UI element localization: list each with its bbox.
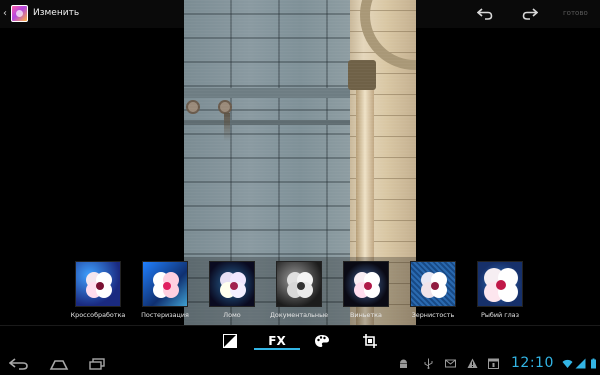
undo-icon: [477, 8, 493, 20]
filter-label: Зернистость: [411, 311, 455, 319]
filter-label: Постеризация: [141, 311, 189, 319]
undo-button[interactable]: [472, 4, 498, 24]
editor-toolbar: FX: [0, 325, 600, 352]
signal-status: [574, 357, 586, 369]
battery-icon: [590, 358, 596, 368]
filter-thumbnail: [343, 261, 389, 307]
filter-fisheye[interactable]: Рыбий глаз: [465, 261, 535, 323]
wifi-icon: [562, 359, 572, 368]
crop-button[interactable]: [350, 330, 390, 352]
filter-grain[interactable]: Зернистость: [398, 261, 468, 323]
recent-apps-button[interactable]: [82, 355, 112, 373]
filter-lomo[interactable]: Ломо: [197, 261, 267, 323]
debug-android-notification[interactable]: [397, 357, 409, 369]
back-button[interactable]: [4, 355, 34, 373]
filter-vignette[interactable]: Виньетка: [331, 261, 401, 323]
filter-label: Документальные: [269, 311, 329, 319]
gallery-app-icon[interactable]: [11, 5, 28, 22]
crop-icon: [363, 334, 377, 348]
warning-notification[interactable]: [466, 357, 478, 369]
home-icon: [49, 360, 69, 370]
warning-icon: [467, 358, 477, 368]
redo-icon: [522, 8, 538, 20]
fx-label: FX: [268, 334, 286, 348]
usb-icon: [424, 358, 432, 369]
done-button[interactable]: готово: [563, 9, 588, 17]
filter-thumbnail: [477, 261, 523, 307]
wifi-status: [561, 357, 573, 369]
filter-thumbnail: [142, 261, 188, 307]
gmail-notification[interactable]: [444, 357, 456, 369]
usb-notification[interactable]: [422, 357, 434, 369]
filter-thumbnail: [209, 261, 255, 307]
filter-cross-process[interactable]: Кроссобработка: [63, 261, 133, 323]
back-icon: [9, 358, 28, 370]
autofix-button[interactable]: [210, 330, 250, 352]
filter-label: Рыбий глаз: [481, 311, 519, 319]
filter-thumbnail: [410, 261, 456, 307]
active-tab-indicator: [254, 348, 300, 350]
filter-label: Кроссобработка: [70, 311, 126, 319]
up-caret-icon[interactable]: ‹: [3, 8, 7, 20]
recent-apps-icon: [89, 358, 105, 370]
signal-icon: [575, 358, 585, 368]
palette-icon: [315, 335, 329, 347]
filter-documentary[interactable]: Документальные: [264, 261, 334, 323]
filter-strip: Кроссобработка Постеризация Ломо Докумен…: [0, 257, 600, 325]
home-button[interactable]: [44, 355, 74, 373]
autofix-icon: [223, 334, 237, 348]
filter-thumbnail: [276, 261, 322, 307]
calendar-icon: [487, 358, 499, 369]
filter-label: Виньетка: [350, 311, 382, 319]
filter-thumbnail: [75, 261, 121, 307]
calendar-notification[interactable]: [487, 357, 499, 369]
color-button[interactable]: [302, 330, 342, 352]
redo-button[interactable]: [517, 4, 543, 24]
gmail-icon: [444, 359, 456, 367]
system-bar: 12:10: [0, 352, 600, 375]
status-clock[interactable]: 12:10: [511, 355, 554, 371]
battery-status: [587, 357, 599, 369]
action-bar-title[interactable]: Изменить: [33, 8, 79, 18]
debug-android-icon: [399, 359, 407, 368]
filter-label: Ломо: [223, 311, 241, 319]
filter-posterize[interactable]: Постеризация: [130, 261, 200, 323]
